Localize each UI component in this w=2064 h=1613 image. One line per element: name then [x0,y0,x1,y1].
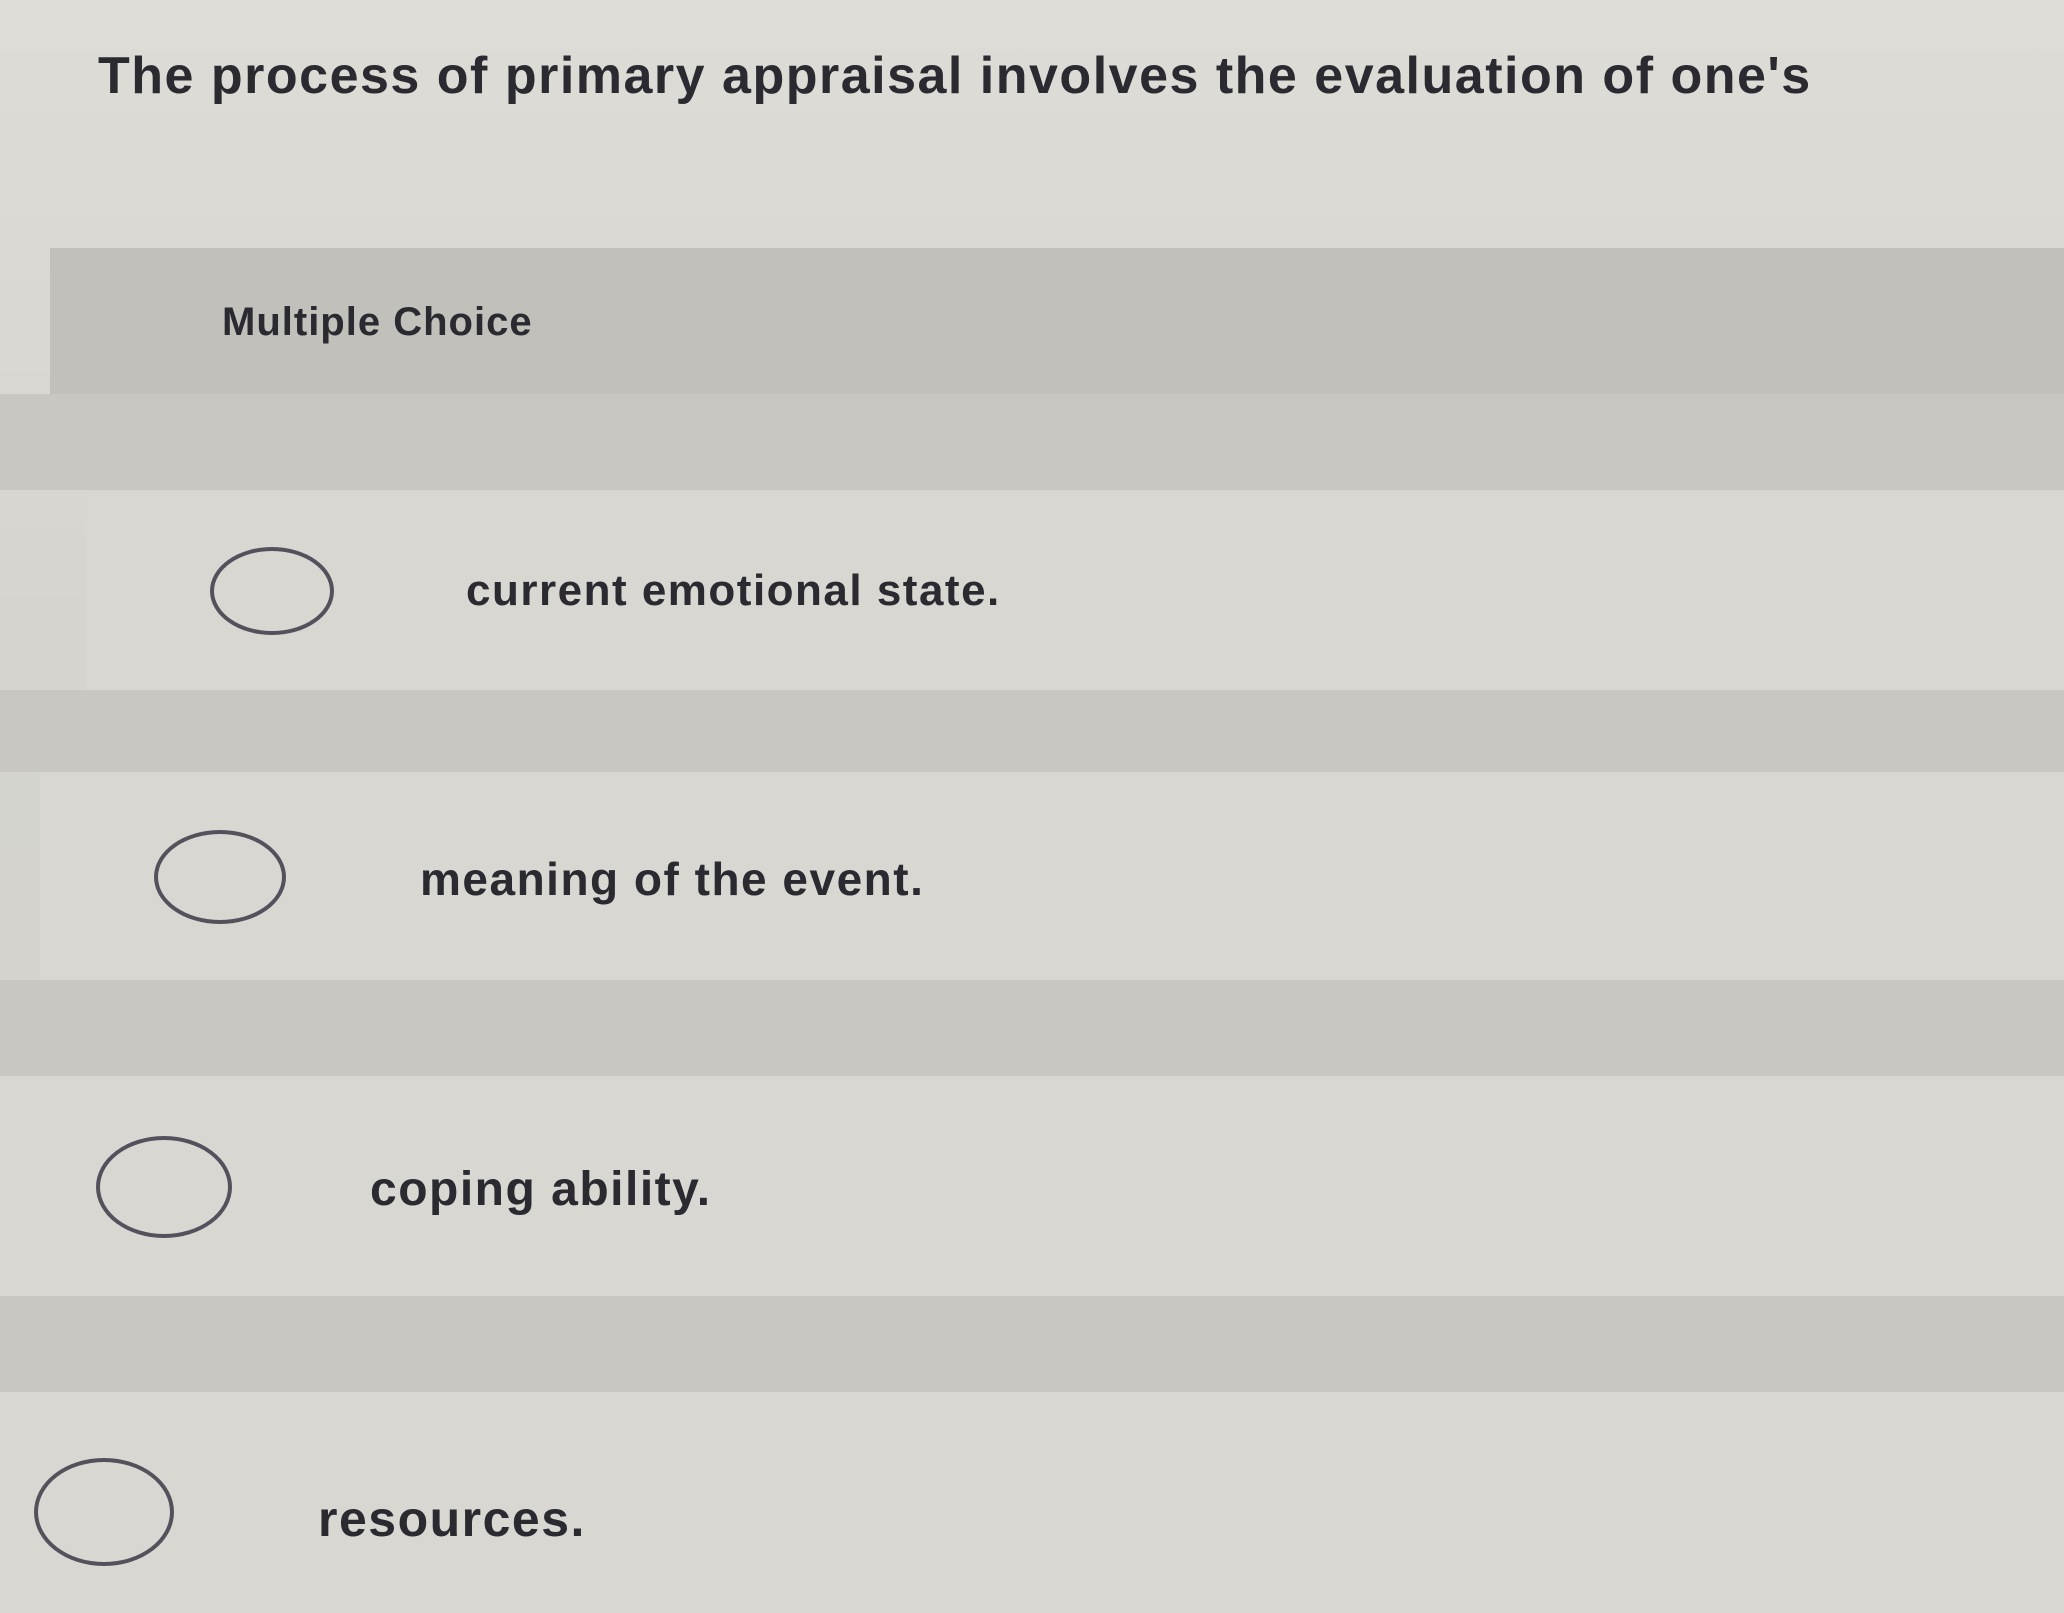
divider-band [0,1296,2064,1392]
answer-option-label: resources. [318,1491,586,1547]
answer-option-label: coping ability. [370,1163,712,1216]
answer-option-4[interactable]: resources. [0,1392,2064,1613]
radio-circle-icon[interactable] [210,547,334,635]
answer-option-label: current emotional state. [466,566,1001,615]
answer-option-1[interactable]: current emotional state. [86,490,2064,690]
question-prompt: The process of primary appraisal involve… [98,47,1812,105]
radio-circle-icon[interactable] [96,1136,232,1238]
answer-option-3[interactable]: coping ability. [0,1076,2064,1296]
radio-circle-icon[interactable] [154,830,286,924]
quiz-page: The process of primary appraisal involve… [0,0,2064,1613]
divider-band [0,394,2064,490]
divider-band [0,690,2064,772]
divider-band [0,980,2064,1076]
question-type-label: Multiple Choice [222,300,533,344]
answer-option-2[interactable]: meaning of the event. [40,772,2064,980]
radio-circle-icon[interactable] [34,1458,174,1566]
answer-option-label: meaning of the event. [420,853,925,905]
